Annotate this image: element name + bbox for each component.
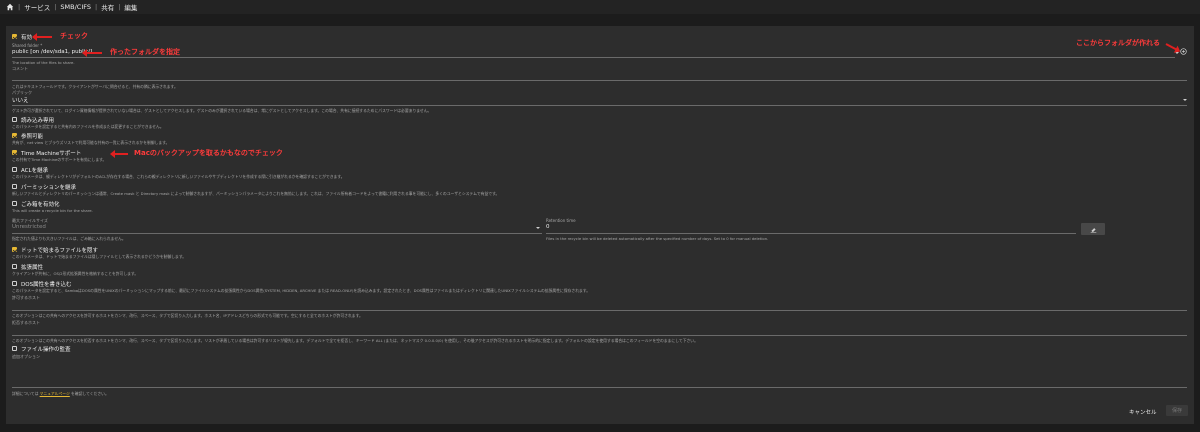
audit-checkbox[interactable]: [12, 346, 17, 351]
readonly-help: このパラメータを設定すると共有内のファイルを作成または変更することができません。: [12, 124, 164, 129]
breadcrumb-separator: |: [54, 3, 57, 11]
home-icon[interactable]: [6, 3, 14, 11]
hosts-deny-input[interactable]: [12, 335, 1187, 336]
ext-attrs-label: 拡張属性: [21, 265, 44, 271]
breadcrumb-separator: |: [118, 3, 121, 11]
timemachine-help: この共有でTime Machineのサポートを有効にします。: [12, 157, 107, 162]
comment-label: コメント: [12, 66, 28, 71]
hosts-allow-input[interactable]: [12, 310, 1187, 311]
comment-help: これはテキストフィールドです。クライアントがサーバに問合せると、共有の隣に表示さ…: [12, 84, 178, 89]
enabled-checkbox[interactable]: [12, 34, 17, 39]
max-file-size-help: 指定された値よりも大きいファイルは、ごみ箱に入れられません。: [12, 236, 126, 241]
inherit-perms-label: パーミッションを継承: [21, 185, 77, 191]
annotation-timemachine: Macのバックアップを取るかもなのでチェック: [134, 149, 283, 157]
retention-input[interactable]: 0: [546, 224, 550, 230]
shared-folder-select[interactable]: public [on /dev/sda1, public/]: [12, 49, 92, 55]
chevron-down-icon[interactable]: [1183, 99, 1187, 101]
public-select[interactable]: いいえ: [12, 96, 29, 104]
retention-label: Retention time: [546, 218, 576, 223]
extra-options-label: 追加オプション: [12, 354, 40, 359]
shared-folder-help: The location of the files to share.: [12, 60, 75, 65]
breadcrumb-item-shares[interactable]: 共有: [101, 2, 114, 12]
timemachine-checkbox[interactable]: [12, 150, 17, 155]
recycle-help: This will create a recycle bin for the s…: [12, 208, 93, 213]
breadcrumb: | サービス | SMB/CIFS | 共有 | 編集: [0, 0, 1200, 14]
extra-options-help: 詳細については マニュアルページ を確認してください。: [12, 391, 109, 397]
inherit-acls-help: このパラメータは、親ディレクトリがデフォルトのACLが存在する場合、これらの親デ…: [12, 174, 345, 179]
breadcrumb-item-smb[interactable]: SMB/CIFS: [60, 3, 91, 11]
dos-attrs-checkbox[interactable]: [12, 281, 17, 286]
breadcrumb-separator: |: [18, 3, 21, 11]
inherit-acls-label: ACLを継承: [21, 168, 49, 174]
extra-options-textarea[interactable]: [12, 387, 1187, 388]
chevron-down-icon[interactable]: [536, 227, 540, 229]
inherit-perms-help: 新しいファイルとディレクトリのパーミッションは通常、Create mask と …: [12, 191, 500, 196]
dos-attrs-label: DOS属性を書き込む: [21, 282, 72, 288]
hide-dot-checkbox[interactable]: [12, 247, 17, 252]
annotation-arrow: [32, 33, 52, 41]
breadcrumb-separator: |: [95, 3, 98, 11]
readonly-checkbox[interactable]: [12, 117, 17, 122]
cancel-button[interactable]: キャンセル: [1129, 408, 1157, 416]
extra-help-prefix: 詳細については: [12, 391, 39, 396]
extra-help-suffix: を確認してください。: [71, 391, 109, 396]
annotation-check: チェック: [60, 32, 88, 40]
dos-attrs-help: このパラメータを設定すると、SambaはDOSの属性をUNIXのパーミッションに…: [12, 288, 591, 293]
browseable-label: 参照可能: [21, 134, 44, 140]
ext-attrs-help: クライアントが共有に、OS/2形式拡張属性を格納することを許可します。: [12, 271, 139, 276]
browseable-help: 共有が、net view とブラウズリストで利用可能な共有の一覧に表示されるかを…: [12, 140, 170, 145]
manual-page-link[interactable]: マニュアルページ: [40, 391, 70, 396]
annotation-arrow: [1165, 43, 1178, 51]
recycle-checkbox[interactable]: [12, 201, 17, 206]
breadcrumb-item-services[interactable]: サービス: [24, 2, 50, 12]
browseable-checkbox[interactable]: [12, 133, 17, 138]
readonly-label: 読み込み専用: [21, 118, 55, 124]
recycle-label: ごみ箱を有効化: [21, 202, 60, 208]
hosts-allow-help: このオプションはこの共有へのアクセスを許可するホストをカンマ、改行、スペース、タ…: [12, 313, 363, 318]
public-help: ゲスト許可が選択されていて、ログイン資格情報が提供されていない場合は、ゲストとし…: [12, 108, 432, 113]
hosts-deny-label: 拒否するホスト: [12, 320, 40, 325]
enabled-label: 有効: [21, 35, 33, 41]
audit-label: ファイル操作の監査: [21, 347, 71, 353]
hide-dot-label: ドットで始まるファイルを隠す: [21, 248, 99, 254]
hosts-deny-help: このオプションはこの共有へのアクセスを拒否するホストをカンマ、改行、スペース、タ…: [12, 338, 698, 343]
retention-help: Files in the recycle bin will be deleted…: [546, 236, 769, 241]
breadcrumb-item-edit: 編集: [124, 4, 138, 12]
share-edit-form: 有効 チェック Shared folder * public [on /dev/…: [6, 26, 1194, 424]
timemachine-label: Time Machineサポート: [21, 151, 82, 157]
shared-folder-label: Shared folder *: [12, 43, 43, 48]
comment-input[interactable]: [12, 80, 1187, 81]
annotation-arrow: [82, 49, 102, 57]
hosts-allow-label: 許可するホスト: [12, 295, 40, 300]
inherit-perms-checkbox[interactable]: [12, 184, 17, 189]
clear-button[interactable]: [1081, 223, 1105, 235]
annotation-folder: 作ったフォルダを指定: [110, 48, 180, 56]
annotation-create-folder: ここからフォルダが作れる: [1076, 39, 1160, 47]
hide-dot-help: このパラメータは、ドットで始まるファイルは隠しファイルとして表示されるかどうかを…: [12, 254, 187, 259]
save-button[interactable]: 保存: [1166, 405, 1188, 416]
eraser-icon: [1090, 227, 1096, 233]
max-file-size-select[interactable]: Unrestricted: [12, 224, 46, 230]
ext-attrs-checkbox[interactable]: [12, 264, 17, 269]
annotation-arrow: [110, 150, 128, 158]
inherit-acls-checkbox[interactable]: [12, 167, 17, 172]
